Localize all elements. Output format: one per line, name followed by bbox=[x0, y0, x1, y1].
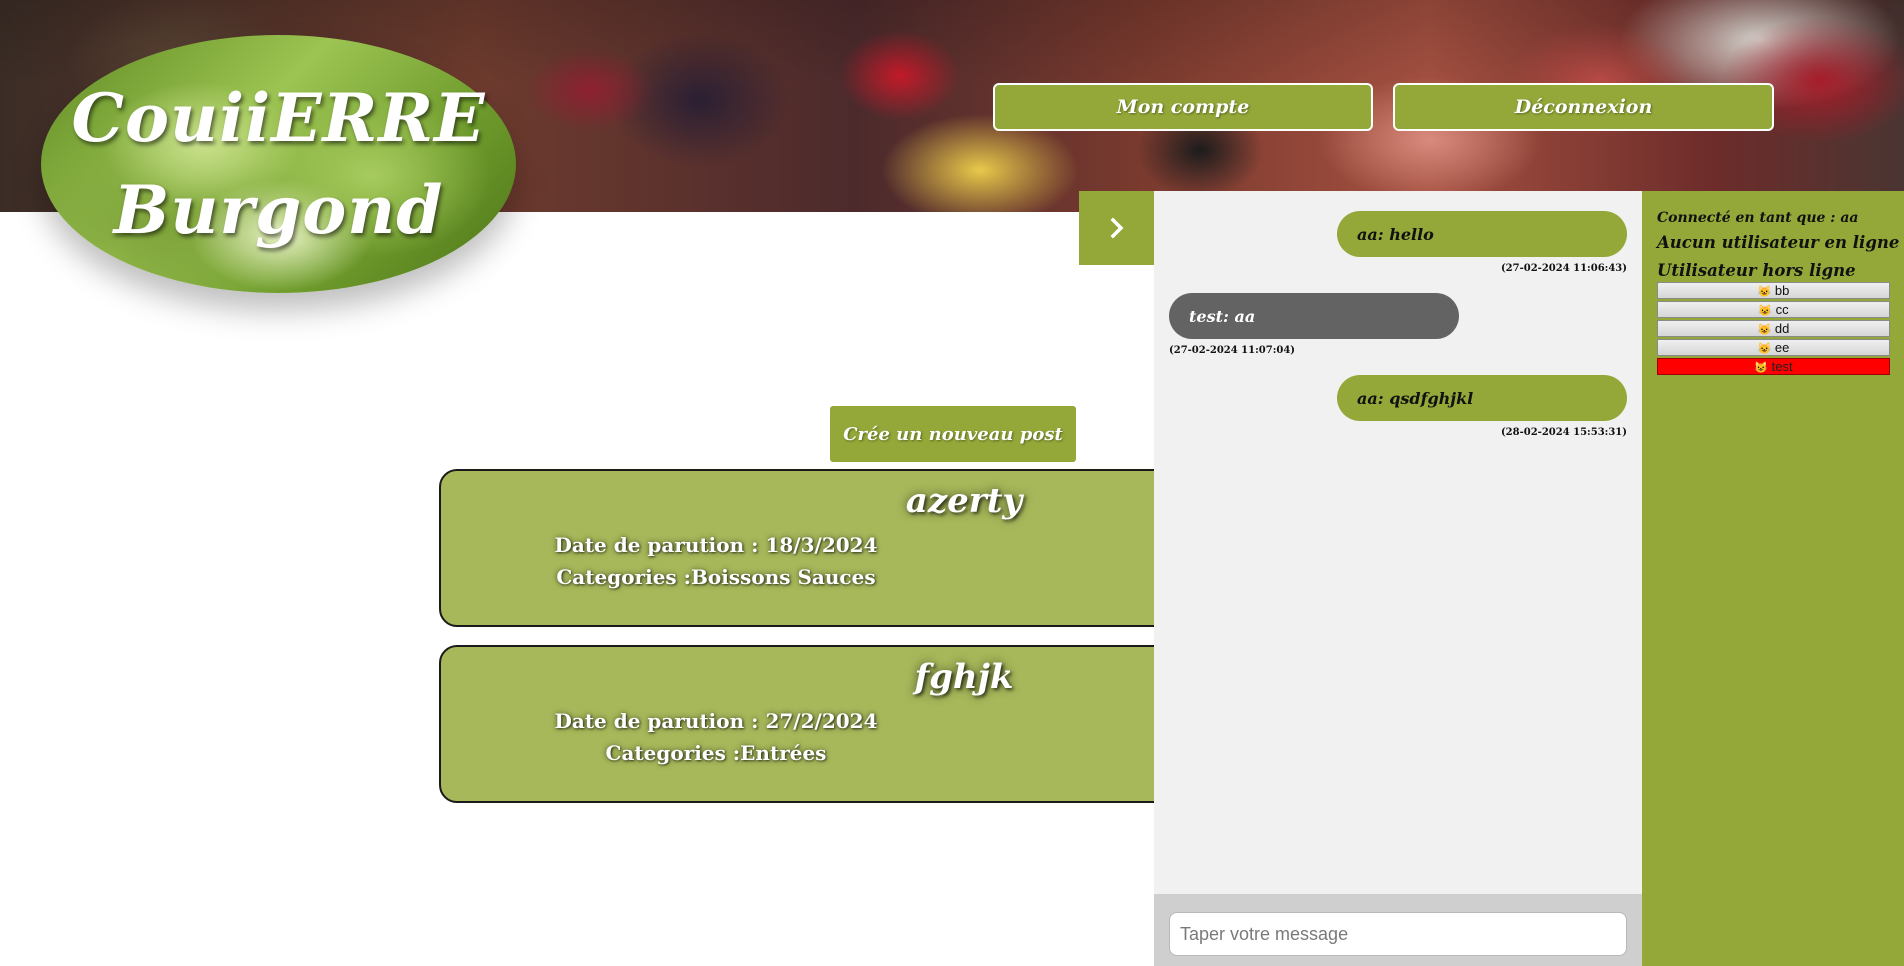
cat-face-icon: 😺 bbox=[1757, 286, 1772, 298]
chat-message-sent: aa: hello bbox=[1337, 211, 1627, 257]
user-item-test[interactable]: 😺 test bbox=[1657, 358, 1890, 375]
post-categories: Categories :Entrées bbox=[605, 741, 827, 765]
chat-timestamp: (28-02-2024 15:53:31) bbox=[1500, 427, 1627, 438]
chat-timestamp: (27-02-2024 11:06:43) bbox=[1500, 263, 1627, 274]
cat-face-icon: 😺 bbox=[1757, 343, 1772, 355]
offline-users-heading: Utilisateur hors ligne bbox=[1657, 261, 1856, 280]
online-users-heading: Aucun utilisateur en ligne bbox=[1657, 233, 1900, 252]
chevron-right-icon bbox=[1110, 217, 1123, 239]
user-name: test bbox=[1771, 359, 1793, 374]
user-name: dd bbox=[1774, 321, 1790, 336]
users-sidebar: Connecté en tant que : aa Aucun utilisat… bbox=[1642, 191, 1904, 966]
chat-toggle-button[interactable] bbox=[1079, 191, 1154, 265]
connected-as-label: Connecté en tant que : aa bbox=[1657, 210, 1859, 226]
user-item-dd[interactable]: 😺 dd bbox=[1657, 320, 1890, 337]
chat-timestamp: (27-02-2024 11:07:04) bbox=[1169, 345, 1296, 356]
user-name: cc bbox=[1775, 302, 1789, 317]
chat-message-input[interactable] bbox=[1169, 912, 1627, 956]
account-button[interactable]: Mon compte bbox=[993, 83, 1373, 131]
user-item-cc[interactable]: 😺 cc bbox=[1657, 301, 1890, 318]
chat-message-sent: aa: qsdfghjkl bbox=[1337, 375, 1627, 421]
chat-input-bar bbox=[1154, 894, 1642, 966]
logo-text-line2: Burgond bbox=[113, 171, 444, 249]
cat-face-icon: 😺 bbox=[1757, 324, 1772, 336]
post-date: Date de parution : 27/2/2024 bbox=[554, 709, 878, 733]
logout-button[interactable]: Déconnexion bbox=[1393, 83, 1774, 131]
post-date: Date de parution : 18/3/2024 bbox=[554, 533, 878, 557]
post-card[interactable]: azerty Date de parution : 18/3/2024 Cate… bbox=[439, 469, 1199, 627]
user-name: bb bbox=[1774, 283, 1790, 298]
user-item-ee[interactable]: 😺 ee bbox=[1657, 339, 1890, 356]
chat-message-received: test: aa bbox=[1169, 293, 1459, 339]
offline-user-list: 😺 bb 😺 cc 😺 dd 😺 ee 😺 test bbox=[1657, 282, 1890, 377]
cat-face-icon: 😺 bbox=[1754, 362, 1769, 374]
post-card[interactable]: fghjk Date de parution : 27/2/2024 Categ… bbox=[439, 645, 1199, 803]
new-post-button[interactable]: Crée un nouveau post bbox=[830, 406, 1076, 462]
user-name: ee bbox=[1774, 340, 1790, 355]
logo-text-line1: CouiiERRE bbox=[71, 78, 486, 157]
user-item-bb[interactable]: 😺 bb bbox=[1657, 282, 1890, 299]
post-meta: Date de parution : 27/2/2024 Categories … bbox=[441, 705, 991, 769]
cat-face-icon: 😺 bbox=[1758, 305, 1773, 317]
chat-panel: aa: hello (27-02-2024 11:06:43) test: aa… bbox=[1154, 191, 1642, 966]
post-categories: Categories :Boissons Sauces bbox=[556, 565, 876, 589]
post-meta: Date de parution : 18/3/2024 Categories … bbox=[441, 529, 991, 593]
site-logo[interactable]: CouiiERRE Burgond bbox=[41, 35, 516, 293]
